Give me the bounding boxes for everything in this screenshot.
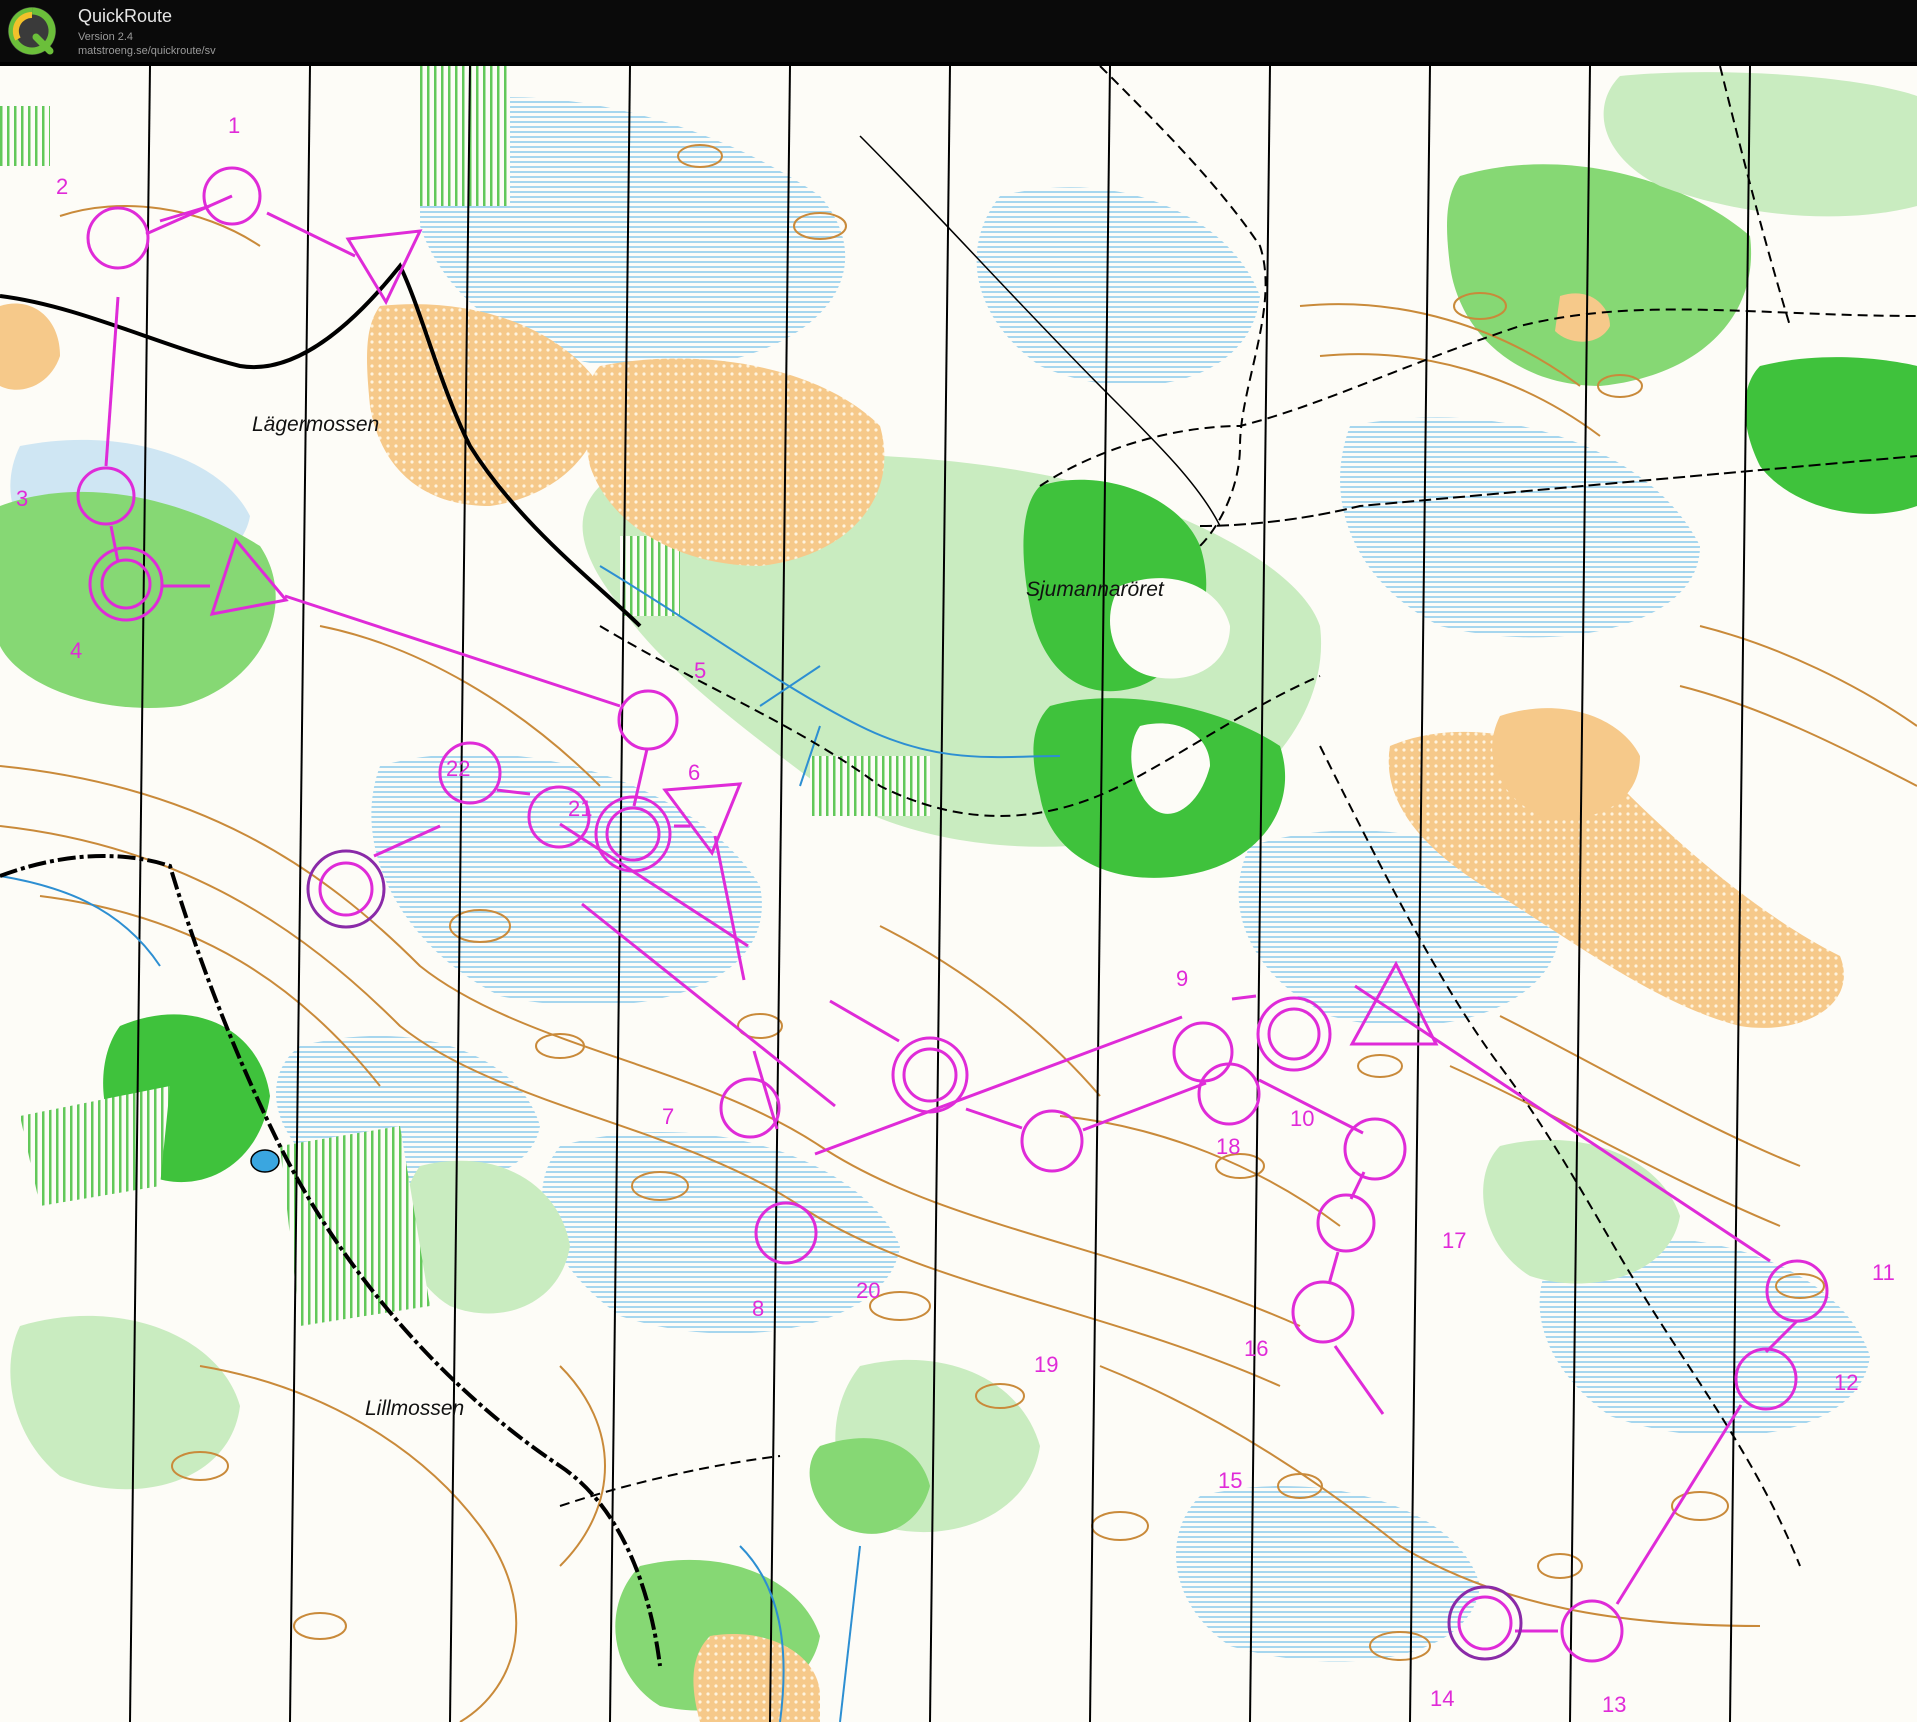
app-url[interactable]: matstroeng.se/quickroute/sv [78, 45, 216, 57]
control-number-1: 1 [228, 113, 240, 138]
control-number-7: 7 [662, 1104, 674, 1129]
control-number-4: 4 [70, 638, 82, 663]
control-number-11: 11 [1872, 1260, 1895, 1285]
place-name-sjumannaroret: Sjumannaröret [1026, 578, 1165, 601]
control-number-6: 6 [688, 760, 700, 785]
control-number-8: 8 [752, 1296, 764, 1321]
control-number-14: 14 [1430, 1686, 1454, 1711]
control-number-21: 21 [568, 796, 592, 821]
app-version: Version 2.4 [78, 31, 134, 43]
control-number-18: 18 [1216, 1134, 1240, 1159]
control-number-22: 22 [446, 756, 470, 781]
title-bar: QuickRoute Version 2.4 matstroeng.se/qui… [0, 0, 1917, 62]
control-number-12: 12 [1834, 1370, 1858, 1395]
control-number-20: 20 [856, 1278, 880, 1303]
place-name-lillmossen: Lillmossen [365, 1397, 464, 1420]
control-number-13: 13 [1602, 1692, 1626, 1717]
control-number-16: 16 [1244, 1336, 1268, 1361]
control-number-17: 17 [1442, 1228, 1466, 1253]
place-name-lagermossen: Lägermossen [252, 413, 379, 436]
control-number-19: 19 [1034, 1352, 1058, 1377]
map-canvas[interactable]: Lägermossen Sjumannaröret Lillmossen 1 2… [0, 66, 1917, 1722]
control-number-9: 9 [1176, 966, 1188, 991]
small-lake [250, 1149, 280, 1173]
control-number-5: 5 [694, 658, 706, 683]
app-title: QuickRoute [78, 6, 173, 26]
control-number-10: 10 [1290, 1106, 1314, 1131]
control-number-3: 3 [16, 486, 28, 511]
orienteering-map[interactable]: Lägermossen Sjumannaröret Lillmossen 1 2… [0, 66, 1917, 1722]
quickroute-logo-icon [8, 7, 56, 55]
control-number-15: 15 [1218, 1468, 1242, 1493]
control-number-2: 2 [56, 174, 68, 199]
